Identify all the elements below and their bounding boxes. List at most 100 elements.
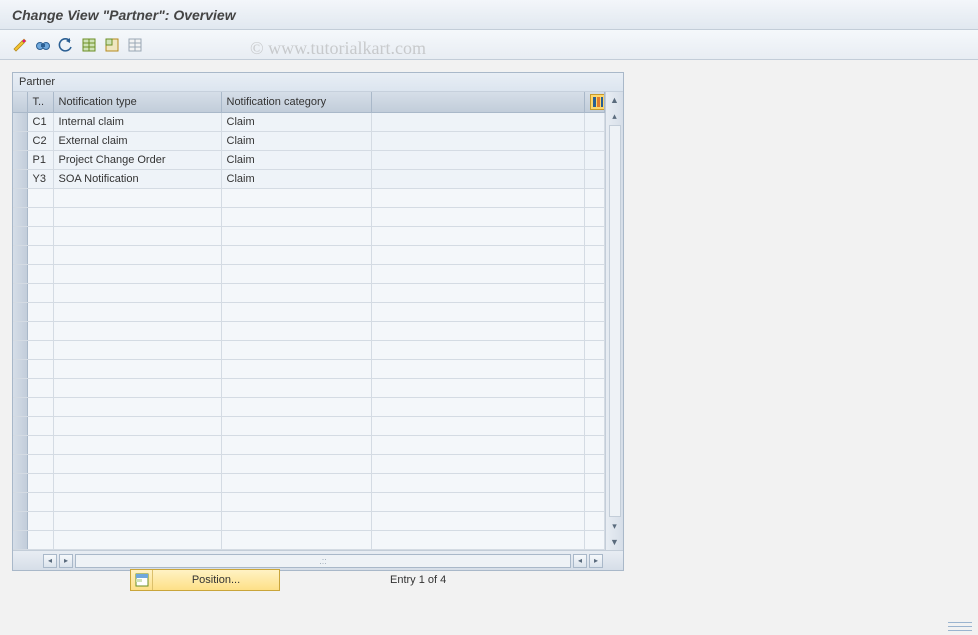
pencil-glasses-icon bbox=[12, 37, 28, 53]
table-row-empty[interactable] bbox=[13, 379, 605, 398]
table-row-empty[interactable] bbox=[13, 474, 605, 493]
cell-empty bbox=[585, 113, 605, 132]
cell-type-code[interactable]: Y3 bbox=[27, 170, 53, 189]
cell-type-code[interactable]: C1 bbox=[27, 113, 53, 132]
table-select-block-icon bbox=[104, 37, 120, 53]
cell-empty bbox=[585, 170, 605, 189]
columns-icon bbox=[593, 97, 603, 107]
row-selector[interactable] bbox=[13, 322, 27, 341]
table-row-empty[interactable] bbox=[13, 341, 605, 360]
cell-empty bbox=[371, 151, 585, 170]
table-row-empty[interactable] bbox=[13, 265, 605, 284]
cell-notification-type[interactable]: External claim bbox=[53, 132, 221, 151]
table-row-empty[interactable] bbox=[13, 303, 605, 322]
table-row-empty[interactable] bbox=[13, 512, 605, 531]
col-header-notification-category[interactable]: Notification category bbox=[221, 92, 371, 113]
table-row-empty[interactable] bbox=[13, 436, 605, 455]
row-selector[interactable] bbox=[13, 341, 27, 360]
row-selector[interactable] bbox=[13, 170, 27, 189]
row-selector[interactable] bbox=[13, 151, 27, 170]
table-row-empty[interactable] bbox=[13, 398, 605, 417]
table-configure-button[interactable] bbox=[590, 94, 605, 110]
cell-notification-type[interactable]: Project Change Order bbox=[53, 151, 221, 170]
table-row-empty[interactable] bbox=[13, 455, 605, 474]
scroll-track[interactable] bbox=[609, 125, 621, 517]
table-row-empty[interactable] bbox=[13, 493, 605, 512]
row-selector[interactable] bbox=[13, 208, 27, 227]
cell-notification-type[interactable]: SOA Notification bbox=[53, 170, 221, 189]
cell-empty bbox=[371, 170, 585, 189]
table-header-row: T.. Notification type Notification categ… bbox=[13, 92, 605, 113]
row-selector[interactable] bbox=[13, 398, 27, 417]
position-icon bbox=[131, 570, 153, 590]
toggle-display-change-button[interactable] bbox=[10, 35, 30, 55]
footer: Position... Entry 1 of 4 bbox=[0, 565, 978, 595]
table-select-all-icon bbox=[81, 37, 97, 53]
position-button-label: Position... bbox=[153, 574, 279, 586]
table-row[interactable]: C2 External claim Claim bbox=[13, 132, 605, 151]
col-header-notification-type[interactable]: Notification type bbox=[53, 92, 221, 113]
partner-table: T.. Notification type Notification categ… bbox=[13, 92, 605, 550]
table-row-empty[interactable] bbox=[13, 227, 605, 246]
row-selector[interactable] bbox=[13, 360, 27, 379]
undo-arrow-icon bbox=[58, 37, 74, 53]
table-group-title: Partner bbox=[13, 73, 623, 92]
table-row-empty[interactable] bbox=[13, 417, 605, 436]
row-selector[interactable] bbox=[13, 265, 27, 284]
deselect-all-button[interactable] bbox=[125, 35, 145, 55]
row-selector[interactable] bbox=[13, 493, 27, 512]
entry-counter: Entry 1 of 4 bbox=[390, 574, 446, 586]
row-selector[interactable] bbox=[13, 189, 27, 208]
undo-button[interactable] bbox=[56, 35, 76, 55]
row-selector[interactable] bbox=[13, 531, 27, 550]
row-selector[interactable] bbox=[13, 246, 27, 265]
select-block-button[interactable] bbox=[102, 35, 122, 55]
resize-grip-icon bbox=[948, 619, 972, 631]
scroll-line-down-button[interactable]: ▾ bbox=[607, 518, 623, 534]
row-selector[interactable] bbox=[13, 303, 27, 322]
row-selector[interactable] bbox=[13, 132, 27, 151]
vertical-scrollbar[interactable]: ▲ ▴ ▾ ▼ bbox=[605, 92, 623, 550]
table-row-empty[interactable] bbox=[13, 246, 605, 265]
cell-empty bbox=[371, 113, 585, 132]
table-row[interactable]: C1 Internal claim Claim bbox=[13, 113, 605, 132]
row-selector[interactable] bbox=[13, 284, 27, 303]
row-selector[interactable] bbox=[13, 417, 27, 436]
table-row-empty[interactable] bbox=[13, 322, 605, 341]
col-header-type-code[interactable]: T.. bbox=[27, 92, 53, 113]
page-title: Change View "Partner": Overview bbox=[12, 7, 236, 23]
cell-empty bbox=[371, 132, 585, 151]
cell-notification-category[interactable]: Claim bbox=[221, 132, 371, 151]
table-row[interactable]: Y3 SOA Notification Claim bbox=[13, 170, 605, 189]
row-selector[interactable] bbox=[13, 227, 27, 246]
row-selector[interactable] bbox=[13, 113, 27, 132]
toolbar bbox=[0, 30, 978, 60]
select-all-button[interactable] bbox=[79, 35, 99, 55]
cell-type-code[interactable]: P1 bbox=[27, 151, 53, 170]
table-row-empty[interactable] bbox=[13, 189, 605, 208]
partner-table-panel: Partner T.. Notification type Notificati… bbox=[12, 72, 624, 571]
row-selector-header[interactable] bbox=[13, 92, 27, 113]
cell-notification-category[interactable]: Claim bbox=[221, 113, 371, 132]
row-selector[interactable] bbox=[13, 474, 27, 493]
table-row-empty[interactable] bbox=[13, 360, 605, 379]
scroll-down-button[interactable]: ▼ bbox=[607, 534, 623, 550]
position-button[interactable]: Position... bbox=[130, 569, 280, 591]
table-row-empty[interactable] bbox=[13, 531, 605, 550]
scroll-line-up-button[interactable]: ▴ bbox=[607, 108, 623, 124]
cell-notification-category[interactable]: Claim bbox=[221, 151, 371, 170]
row-selector[interactable] bbox=[13, 455, 27, 474]
row-selector[interactable] bbox=[13, 379, 27, 398]
cell-type-code[interactable]: C2 bbox=[27, 132, 53, 151]
cell-empty bbox=[585, 151, 605, 170]
table-row[interactable]: P1 Project Change Order Claim bbox=[13, 151, 605, 170]
scroll-up-button[interactable]: ▲ bbox=[607, 92, 623, 108]
find-button[interactable] bbox=[33, 35, 53, 55]
table-row-empty[interactable] bbox=[13, 284, 605, 303]
table-row-empty[interactable] bbox=[13, 208, 605, 227]
row-selector[interactable] bbox=[13, 512, 27, 531]
cell-notification-type[interactable]: Internal claim bbox=[53, 113, 221, 132]
row-selector[interactable] bbox=[13, 436, 27, 455]
cell-notification-category[interactable]: Claim bbox=[221, 170, 371, 189]
binoculars-icon bbox=[35, 37, 51, 53]
